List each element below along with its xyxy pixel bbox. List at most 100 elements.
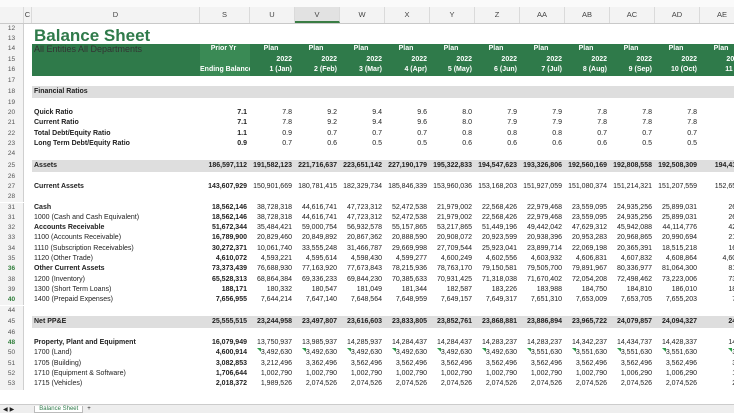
- value-cell[interactable]: 21,0: [700, 233, 734, 243]
- value-cell[interactable]: 13,985,937: [295, 338, 340, 348]
- value-cell[interactable]: [250, 172, 295, 182]
- column-header-ac[interactable]: AC: [610, 7, 655, 23]
- value-cell[interactable]: 14,428,337: [655, 338, 700, 348]
- row-label[interactable]: Financial Ratios: [32, 85, 200, 98]
- row-number[interactable]: 45: [0, 315, 24, 328]
- value-cell[interactable]: 152,656,: [700, 182, 734, 192]
- value-cell[interactable]: 3,551,630: [655, 348, 700, 358]
- row-label[interactable]: 1705 (Building): [32, 359, 200, 369]
- value-cell[interactable]: 7,653,009: [565, 295, 610, 305]
- value-cell[interactable]: 3,551,630: [520, 348, 565, 358]
- value-cell[interactable]: [475, 98, 520, 108]
- value-cell[interactable]: [520, 149, 565, 159]
- value-cell[interactable]: 2,074,526: [655, 379, 700, 389]
- value-cell[interactable]: [565, 85, 610, 98]
- value-cell[interactable]: 4,600,914: [200, 348, 250, 358]
- row-label[interactable]: Cash: [32, 203, 200, 213]
- value-cell[interactable]: 52,472,538: [385, 203, 430, 213]
- value-cell[interactable]: 0.6: [520, 139, 565, 149]
- value-cell[interactable]: [610, 172, 655, 182]
- value-cell[interactable]: [430, 172, 475, 182]
- value-cell[interactable]: 0.5: [340, 139, 385, 149]
- value-cell[interactable]: 2,074,526: [475, 379, 520, 389]
- value-cell[interactable]: 1,002,790: [520, 369, 565, 379]
- value-cell[interactable]: 186,597,112: [200, 159, 250, 172]
- column-header-u[interactable]: U: [250, 7, 295, 23]
- value-cell[interactable]: 3,5: [700, 348, 734, 358]
- value-cell[interactable]: 14,434,737: [610, 338, 655, 348]
- value-cell[interactable]: 20,990,694: [655, 233, 700, 243]
- value-cell[interactable]: 23,616,603: [340, 315, 385, 328]
- value-cell[interactable]: 25,899,031: [655, 203, 700, 213]
- value-cell[interactable]: 1,002,790: [385, 369, 430, 379]
- value-cell[interactable]: 0.7: [565, 129, 610, 139]
- value-cell[interactable]: 44,616,741: [295, 203, 340, 213]
- value-cell[interactable]: 81,064,300: [655, 264, 700, 274]
- value-cell[interactable]: [700, 149, 734, 159]
- value-cell[interactable]: 7,647,140: [295, 295, 340, 305]
- value-cell[interactable]: 53,217,865: [430, 223, 475, 233]
- value-cell[interactable]: [700, 76, 734, 86]
- add-sheet-icon[interactable]: +: [87, 406, 91, 412]
- value-cell[interactable]: [430, 85, 475, 98]
- column-header-ae[interactable]: AE: [700, 7, 734, 23]
- value-cell[interactable]: [610, 306, 655, 316]
- value-cell[interactable]: 0.8: [430, 129, 475, 139]
- value-cell[interactable]: 44,114,776: [655, 223, 700, 233]
- value-cell[interactable]: 24,935,256: [610, 213, 655, 223]
- value-cell[interactable]: 65,528,313: [200, 275, 250, 285]
- value-cell[interactable]: [340, 172, 385, 182]
- value-cell[interactable]: 56,932,578: [340, 223, 385, 233]
- value-cell[interactable]: [295, 306, 340, 316]
- value-cell[interactable]: [610, 328, 655, 338]
- value-cell[interactable]: 3,562,496: [565, 359, 610, 369]
- value-cell[interactable]: 7.9: [520, 118, 565, 128]
- value-cell[interactable]: 4,606,831: [565, 254, 610, 264]
- row-label[interactable]: [32, 328, 200, 338]
- value-cell[interactable]: [655, 149, 700, 159]
- value-cell[interactable]: 184,810: [610, 285, 655, 295]
- value-cell[interactable]: 10,061,740: [250, 244, 295, 254]
- value-cell[interactable]: 0.7: [340, 129, 385, 139]
- value-cell[interactable]: 78,763,170: [430, 264, 475, 274]
- value-cell[interactable]: 7,651,310: [520, 295, 565, 305]
- value-cell[interactable]: 14,342,237: [565, 338, 610, 348]
- value-cell[interactable]: 7.9: [520, 108, 565, 118]
- value-cell[interactable]: 79,150,581: [475, 264, 520, 274]
- value-cell[interactable]: 80,336,977: [610, 264, 655, 274]
- row-label[interactable]: Long Term Debt/Equity Ratio: [32, 139, 200, 149]
- value-cell[interactable]: [340, 85, 385, 98]
- value-cell[interactable]: 20,908,072: [430, 233, 475, 243]
- value-cell[interactable]: 223,651,142: [340, 159, 385, 172]
- value-cell[interactable]: 194,413,: [700, 159, 734, 172]
- value-cell[interactable]: [250, 328, 295, 338]
- column-header-z[interactable]: Z: [475, 7, 520, 23]
- value-cell[interactable]: [520, 76, 565, 86]
- value-cell[interactable]: 3,562,496: [655, 359, 700, 369]
- value-cell[interactable]: 14,283,237: [520, 338, 565, 348]
- value-cell[interactable]: [475, 76, 520, 86]
- value-cell[interactable]: [250, 149, 295, 159]
- value-cell[interactable]: [565, 172, 610, 182]
- value-cell[interactable]: 7.8: [250, 108, 295, 118]
- value-cell[interactable]: 52,472,538: [385, 213, 430, 223]
- column-header-c[interactable]: C: [24, 7, 32, 23]
- value-cell[interactable]: 4,609,: [700, 254, 734, 264]
- row-number[interactable]: 33: [0, 233, 24, 244]
- value-cell[interactable]: [295, 85, 340, 98]
- value-cell[interactable]: 153,960,036: [430, 182, 475, 192]
- value-cell[interactable]: 7.8: [250, 118, 295, 128]
- value-cell[interactable]: 22,069,198: [565, 244, 610, 254]
- value-cell[interactable]: 7.8: [565, 118, 610, 128]
- value-cell[interactable]: 24,2: [700, 315, 734, 328]
- value-cell[interactable]: 7.9: [475, 118, 520, 128]
- value-cell[interactable]: 47,629,312: [565, 223, 610, 233]
- value-cell[interactable]: 7,656,955: [200, 295, 250, 305]
- value-cell[interactable]: [295, 172, 340, 182]
- value-cell[interactable]: [610, 76, 655, 86]
- value-cell[interactable]: [700, 328, 734, 338]
- value-cell[interactable]: 151,207,559: [655, 182, 700, 192]
- row-label[interactable]: 1700 (Land): [32, 348, 200, 358]
- value-cell[interactable]: 78,215,936: [385, 264, 430, 274]
- value-cell[interactable]: 3,562,496: [610, 359, 655, 369]
